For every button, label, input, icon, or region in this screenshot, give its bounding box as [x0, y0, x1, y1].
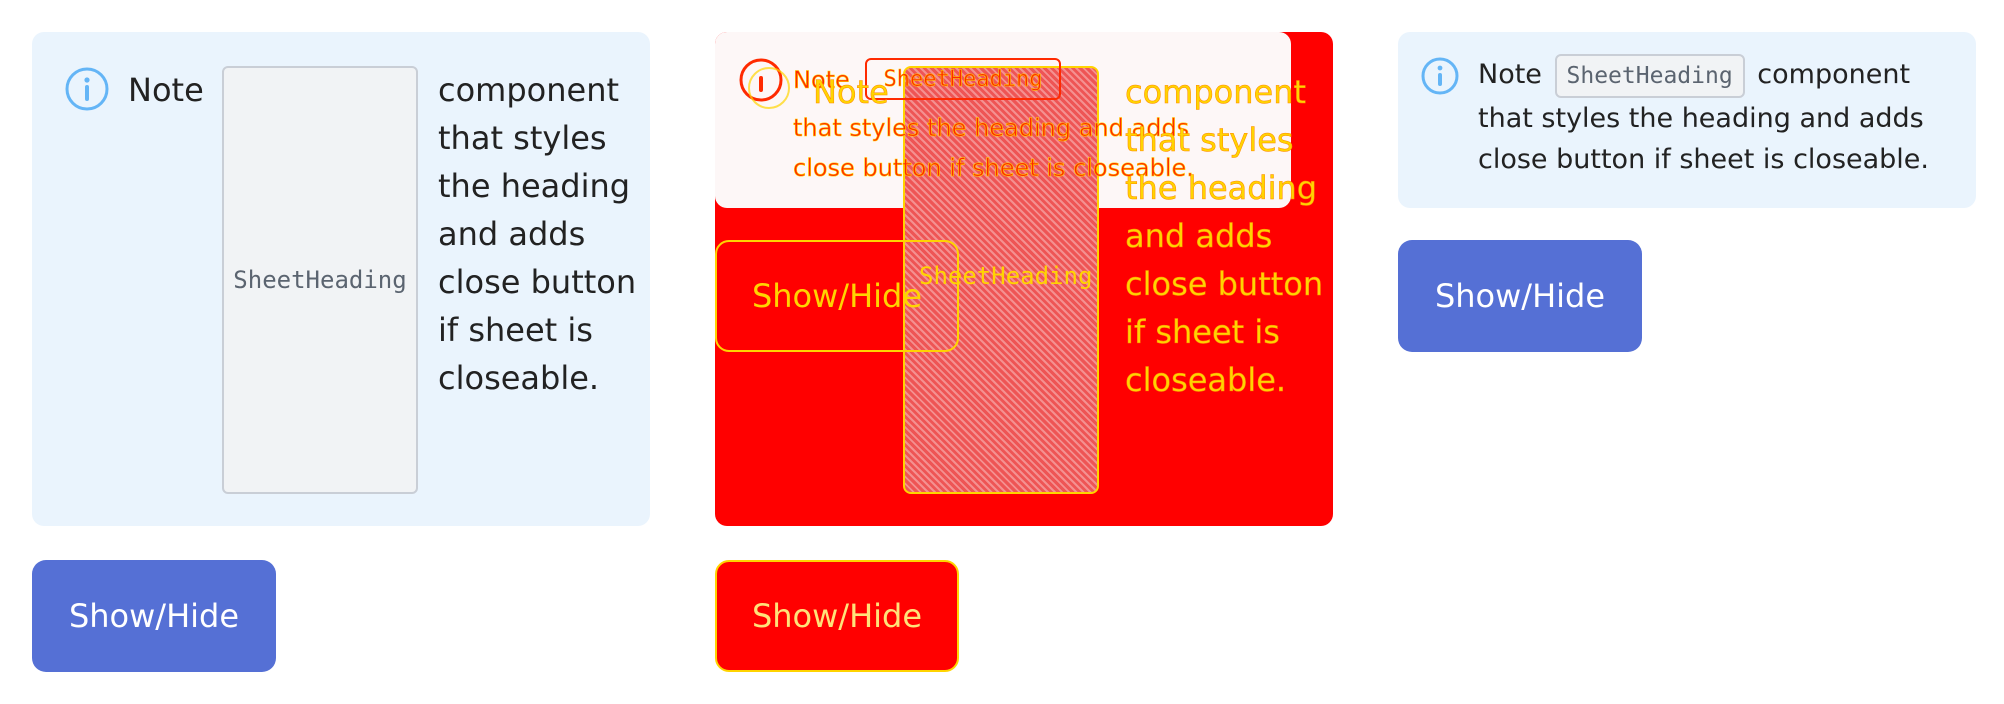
diff-note-rest: component that styles the heading and ad…	[1125, 73, 1324, 400]
diff-show-hide-button: Show/Hide	[715, 560, 959, 672]
sheetheading-code: SheetHeading	[222, 66, 418, 494]
note-callout-expected: Note SheetHeading component that styles …	[1398, 32, 1976, 208]
note-label: Note	[128, 71, 204, 109]
diff-show-hide-ghost: Show/Hide	[715, 240, 959, 352]
note-description: component that styles the heading and ad…	[438, 71, 637, 397]
note-text-expected: Note SheetHeading component that styles …	[1478, 54, 1948, 180]
show-hide-button[interactable]: Show/Hide	[32, 560, 276, 672]
diff-note-word: Note	[813, 73, 889, 112]
panel-actual: Note SheetHeading component that styles …	[0, 0, 683, 704]
show-hide-button-expected[interactable]: Show/Hide	[1398, 240, 1642, 352]
info-icon	[65, 67, 109, 111]
info-icon-ghost	[739, 58, 790, 109]
panel-expected: Note SheetHeading component that styles …	[1366, 0, 2004, 704]
panel-diff: Note SheetHeading that styles the headin…	[683, 0, 1366, 704]
info-icon	[1421, 57, 1459, 95]
diff-sheetheading-chip: SheetHeading	[865, 58, 1061, 100]
sheetheading-code: SheetHeading	[1554, 54, 1745, 98]
note-callout: Note SheetHeading component that styles …	[32, 32, 650, 526]
note-label: Note	[1478, 59, 1542, 90]
